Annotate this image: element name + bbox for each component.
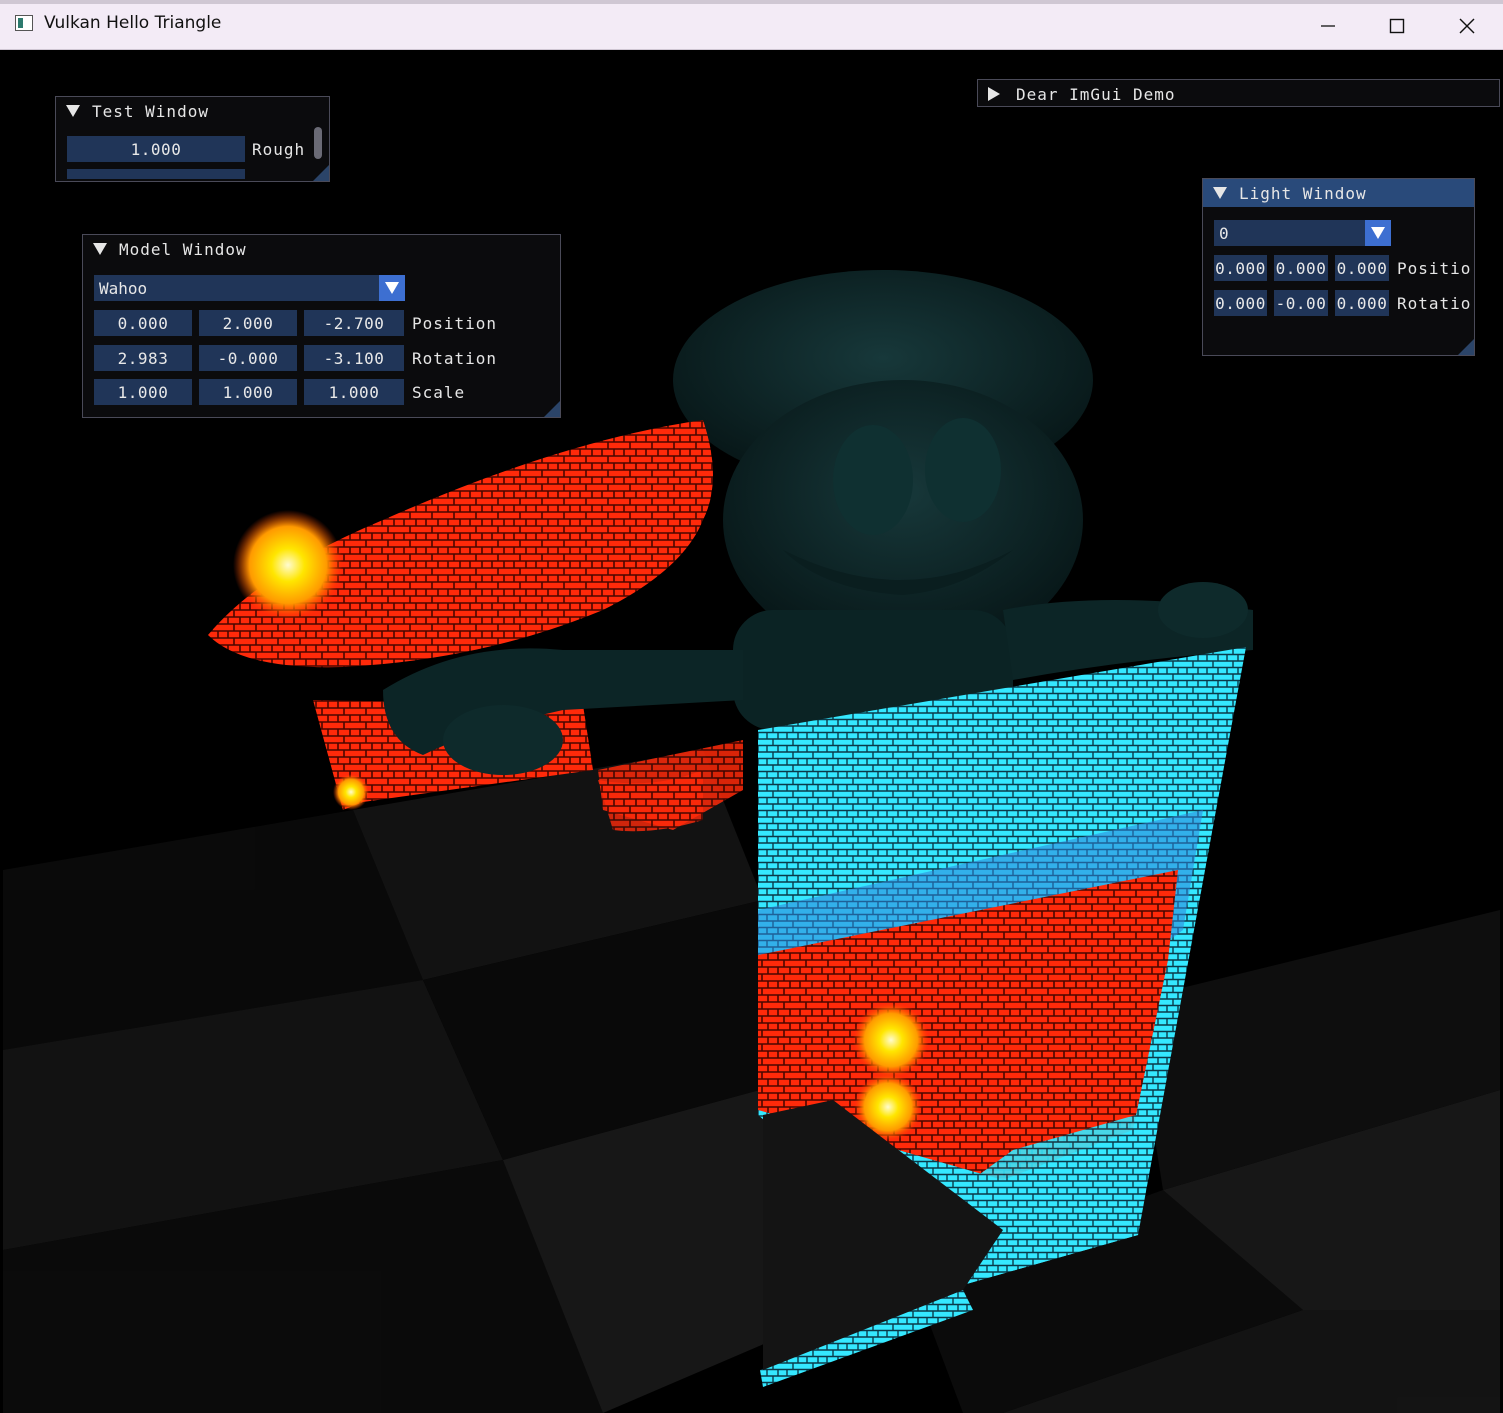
light-rotation-z-input[interactable]: 0.000 xyxy=(1335,290,1389,316)
demo-window[interactable]: Dear ImGui Demo xyxy=(977,79,1500,107)
light-position-label: Positio xyxy=(1397,258,1472,278)
position-x-input[interactable]: 0.000 xyxy=(94,310,192,336)
light-select-value: 0 xyxy=(1219,223,1229,243)
light-rotation-label: Rotatio xyxy=(1397,293,1472,313)
title-bar[interactable]: Vulkan Hello Triangle xyxy=(0,0,1503,50)
model-window-header[interactable]: Model Window xyxy=(83,235,560,263)
light-window[interactable]: Light Window 0 0.000 0.000 0.000 Positio… xyxy=(1202,178,1475,356)
test-window-title: Test Window xyxy=(92,101,209,121)
light-window-title: Light Window xyxy=(1239,183,1367,203)
test-window[interactable]: Test Window 1.000 Rough xyxy=(55,96,330,182)
minimize-button[interactable] xyxy=(1293,5,1363,47)
model-select[interactable]: Wahoo xyxy=(94,275,405,301)
maximize-icon xyxy=(1389,18,1405,34)
collapse-arrow-icon[interactable] xyxy=(66,105,80,117)
dropdown-arrow-icon[interactable] xyxy=(1365,220,1391,246)
rotation-y-input[interactable]: -0.000 xyxy=(199,345,297,371)
roughness-input[interactable]: 1.000 xyxy=(67,136,245,162)
scale-label: Scale xyxy=(412,382,466,402)
taskbar-strip xyxy=(0,0,1503,4)
scale-y-input[interactable]: 1.000 xyxy=(199,379,297,405)
collapse-arrow-icon[interactable] xyxy=(93,243,107,255)
model-window-title: Model Window xyxy=(119,239,247,259)
demo-window-title: Dear ImGui Demo xyxy=(1016,84,1176,104)
maximize-button[interactable] xyxy=(1362,5,1432,47)
light-rotation-x-input[interactable]: 0.000 xyxy=(1214,290,1267,316)
rotation-z-input[interactable]: -3.100 xyxy=(304,345,404,371)
resize-grip[interactable] xyxy=(313,165,329,181)
light-rotation-y-input[interactable]: -0.00 xyxy=(1274,290,1328,316)
scale-x-input[interactable]: 1.000 xyxy=(94,379,192,405)
position-z-input[interactable]: -2.700 xyxy=(304,310,404,336)
light-select[interactable]: 0 xyxy=(1214,220,1391,246)
light-position-y-input[interactable]: 0.000 xyxy=(1274,255,1328,281)
close-button[interactable] xyxy=(1432,5,1502,47)
light-window-header[interactable]: Light Window xyxy=(1203,179,1474,207)
dropdown-arrow-icon[interactable] xyxy=(379,275,405,301)
minimize-icon xyxy=(1321,25,1335,27)
model-window[interactable]: Model Window Wahoo 0.000 2.000 -2.700 Po… xyxy=(82,234,561,418)
render-viewport[interactable]: Test Window 1.000 Rough Dear ImGui Demo … xyxy=(3,50,1500,1413)
roughness-label: Rough xyxy=(252,139,306,159)
position-label: Position xyxy=(412,313,498,333)
rotation-x-input[interactable]: 2.983 xyxy=(94,345,192,371)
test-window-header[interactable]: Test Window xyxy=(56,97,329,125)
expand-arrow-icon[interactable] xyxy=(988,87,1000,101)
resize-grip[interactable] xyxy=(1458,339,1474,355)
resize-grip[interactable] xyxy=(544,401,560,417)
albedo-input[interactable] xyxy=(67,169,245,179)
close-icon xyxy=(1459,18,1475,34)
scrollbar-thumb[interactable] xyxy=(314,127,322,159)
light-position-x-input[interactable]: 0.000 xyxy=(1214,255,1267,281)
app-icon xyxy=(15,15,33,31)
position-y-input[interactable]: 2.000 xyxy=(199,310,297,336)
light-position-z-input[interactable]: 0.000 xyxy=(1335,255,1389,281)
model-select-value: Wahoo xyxy=(99,278,148,298)
rotation-label: Rotation xyxy=(412,348,498,368)
window-title: Vulkan Hello Triangle xyxy=(44,13,222,33)
demo-window-header[interactable]: Dear ImGui Demo xyxy=(978,80,1499,106)
scale-z-input[interactable]: 1.000 xyxy=(304,379,404,405)
collapse-arrow-icon[interactable] xyxy=(1213,187,1227,199)
checkered-floor xyxy=(3,750,1500,1413)
